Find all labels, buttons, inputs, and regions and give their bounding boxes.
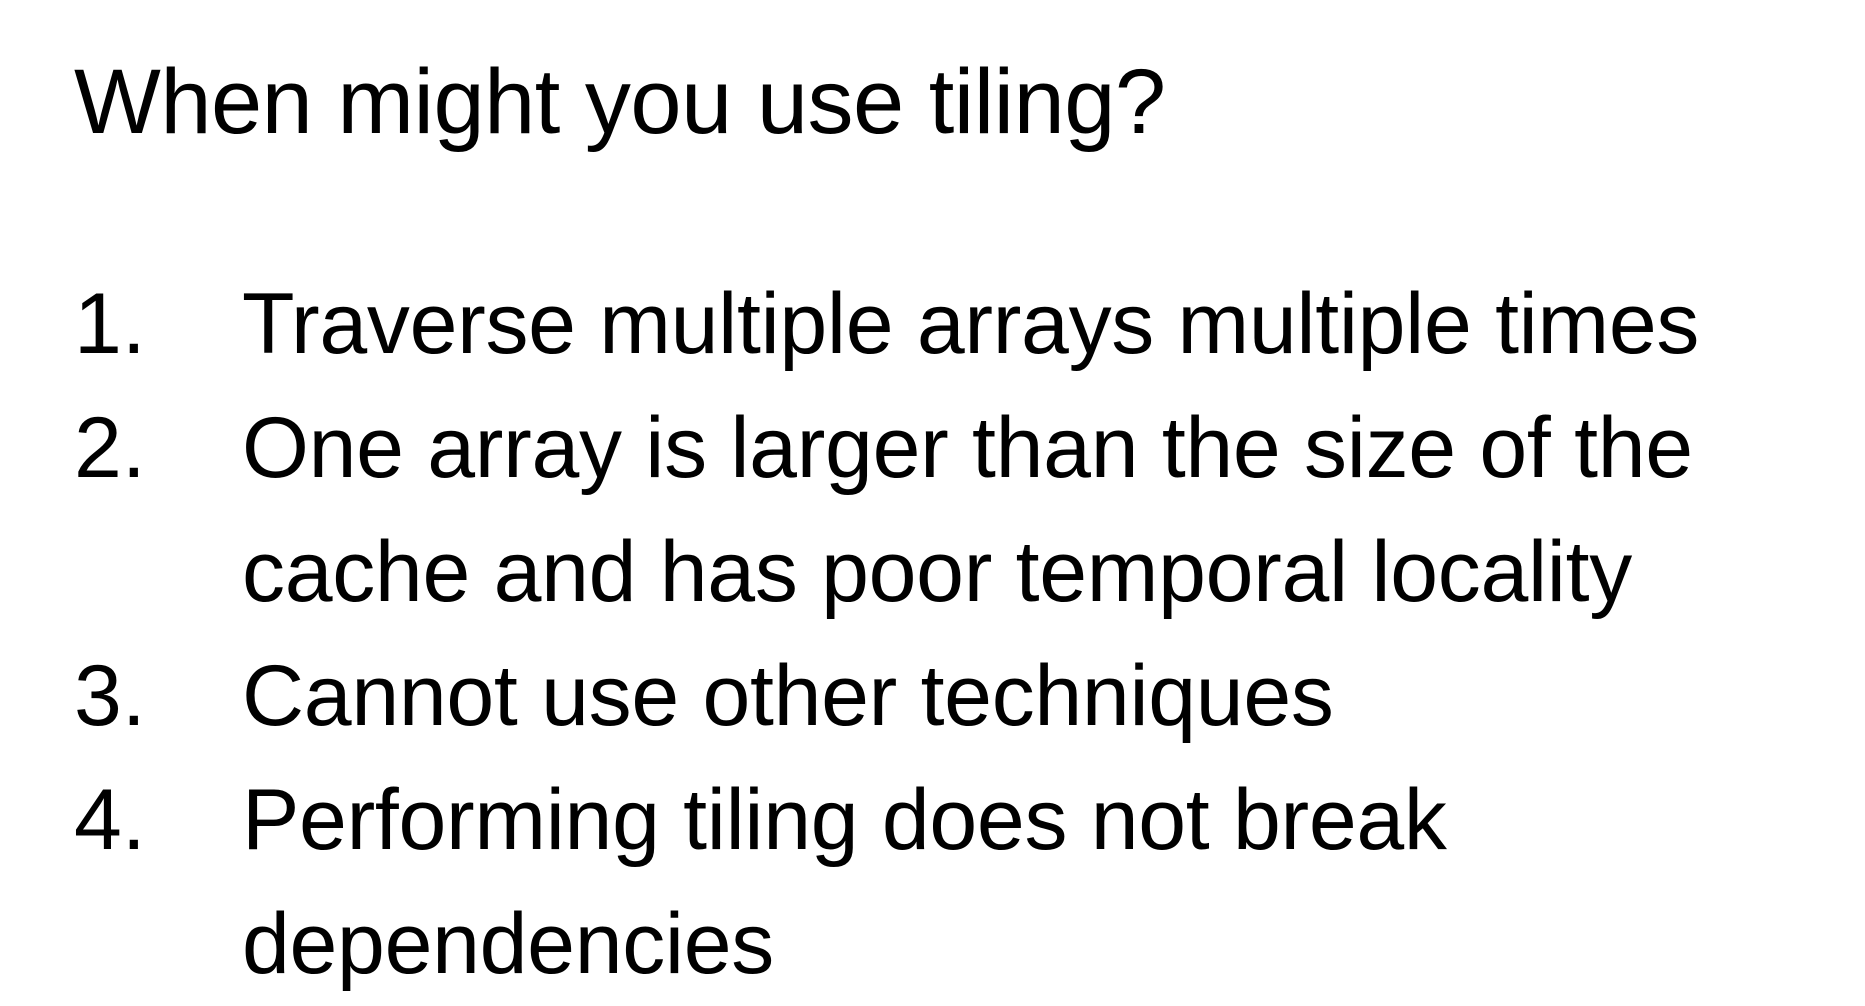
- list-item: 4. Performing tiling does not break depe…: [74, 758, 1854, 1006]
- numbered-list: 1. Traverse multiple arrays multiple tim…: [74, 262, 1854, 1006]
- list-item-text: Performing tiling does not break depende…: [242, 772, 1447, 992]
- list-item-text: Traverse multiple arrays multiple times: [242, 276, 1700, 372]
- slide: When might you use tiling? 1. Traverse m…: [0, 0, 1865, 992]
- list-item-number: 1.: [74, 276, 146, 372]
- list-item-number: 2.: [74, 400, 146, 496]
- slide-title: When might you use tiling?: [74, 51, 1166, 153]
- list-item-number: 4.: [74, 772, 146, 868]
- list-item-text: One array is larger than the size of the…: [242, 400, 1693, 620]
- list-item-text: Cannot use other techniques: [242, 648, 1334, 744]
- list-item: 3. Cannot use other techniques: [74, 634, 1854, 758]
- list-item: 2. One array is larger than the size of …: [74, 386, 1854, 634]
- list-item: 1. Traverse multiple arrays multiple tim…: [74, 262, 1854, 386]
- list-item-number: 3.: [74, 648, 146, 744]
